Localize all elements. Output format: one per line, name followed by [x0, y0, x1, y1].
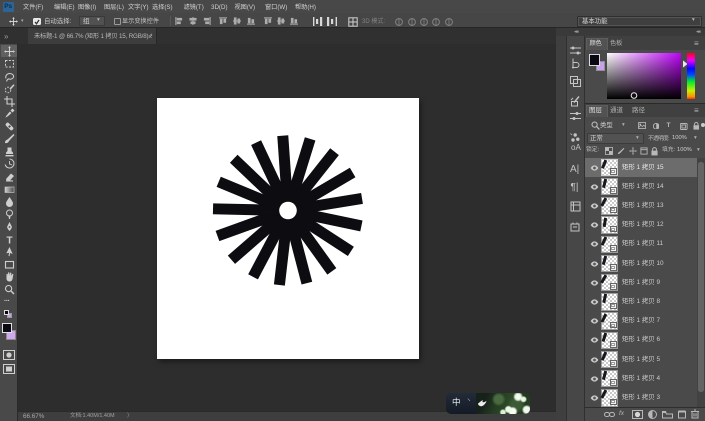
svg-text:A|: A|	[570, 164, 579, 175]
svg-text:T: T	[6, 235, 12, 245]
svg-text:oA: oA	[571, 143, 581, 152]
svg-text:¶|: ¶|	[571, 182, 579, 193]
